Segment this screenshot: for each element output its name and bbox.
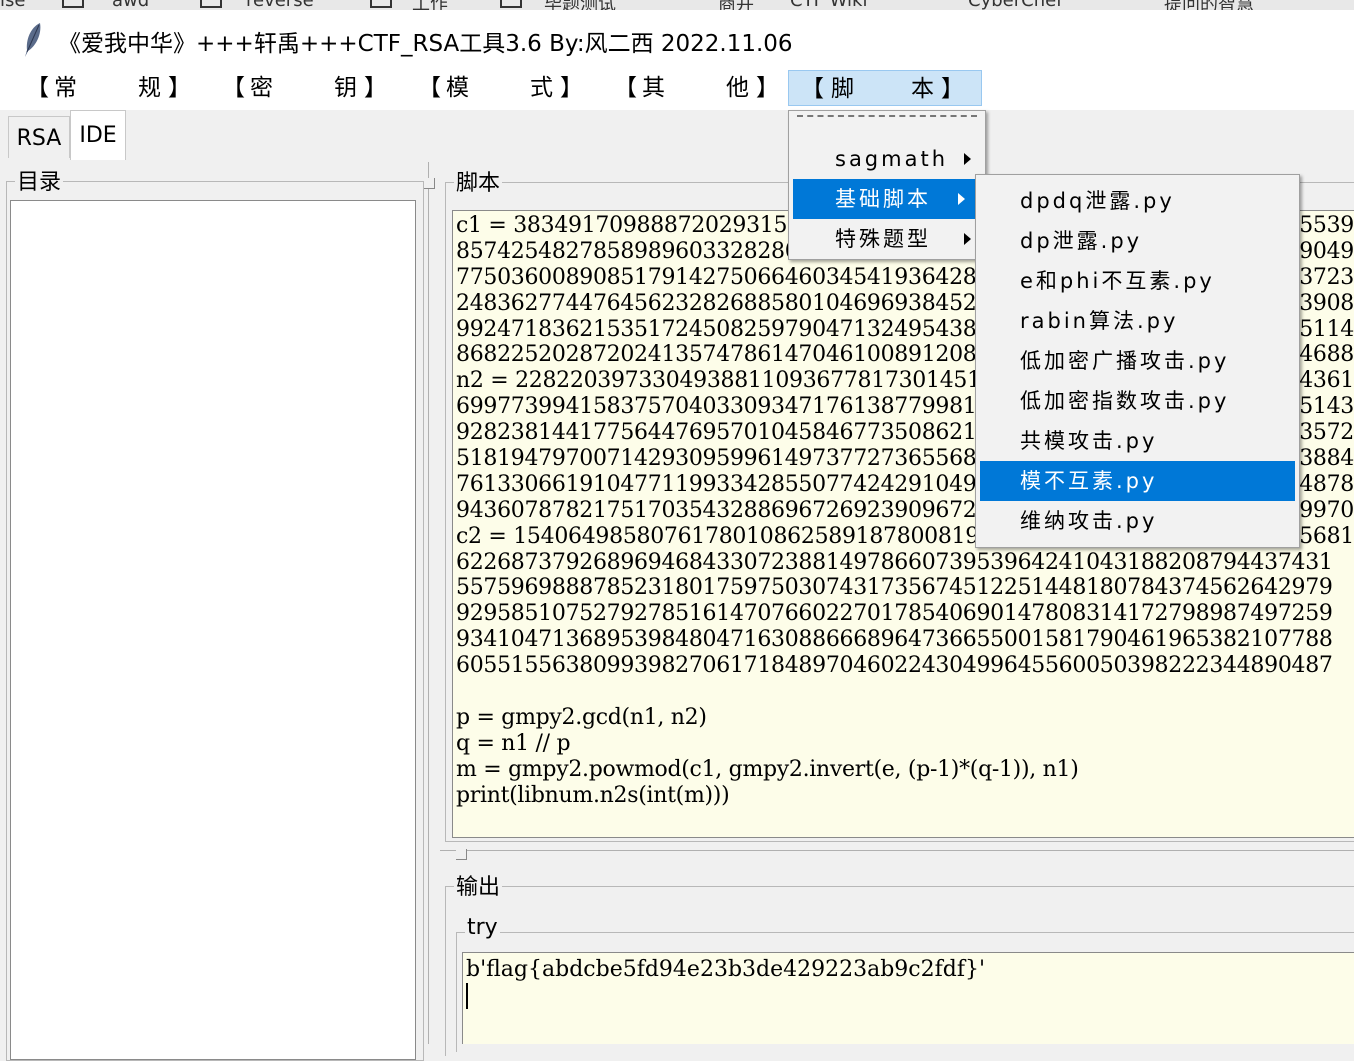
script-line-tail: 3723 bbox=[1299, 264, 1354, 290]
directory-label: 目录 bbox=[15, 164, 64, 196]
script-line bbox=[456, 679, 1354, 705]
submenu-arrow-icon bbox=[964, 233, 971, 245]
menu-item-basic-scripts[interactable]: 基础脚本 bbox=[793, 179, 975, 219]
menubar: 【常规】 【密钥】 【模式】 【其他】 【脚本】 bbox=[0, 68, 1354, 110]
output-text-area[interactable]: b'flag{abdcbe5fd94e23b3de429223ab9c2fdf}… bbox=[462, 952, 1354, 1044]
submenu-item-low-exponent-attack[interactable]: 低加密指数攻击.py bbox=[980, 381, 1295, 421]
try-label: try bbox=[465, 915, 500, 940]
menu-script-c1: 脚 bbox=[831, 76, 854, 102]
output-label: 输出 bbox=[454, 869, 503, 901]
bookmark-test[interactable]: 毕题测试 bbox=[544, 0, 616, 10]
menu-other[interactable]: 【其他】 bbox=[606, 70, 802, 106]
directory-list[interactable] bbox=[10, 200, 416, 1060]
script-line: q = n1 // p bbox=[456, 730, 571, 756]
submenu-item-common-modulus[interactable]: 共模攻击.py bbox=[980, 421, 1295, 461]
tab-rsa[interactable]: RSA bbox=[8, 116, 70, 158]
basic-scripts-submenu: dpdq泄露.py dp泄露.py e和phi不互素.py rabin算法.py… bbox=[975, 174, 1300, 548]
output-flag-text: b'flag{abdcbe5fd94e23b3de429223ab9c2fdf}… bbox=[466, 957, 986, 982]
script-line: 6226873792689694684330723881497866073953… bbox=[456, 549, 1333, 575]
script-line: 9295851075279278516147076602270178540690… bbox=[456, 601, 1333, 627]
bookmark-shop[interactable]: 商并 bbox=[718, 0, 754, 10]
submenu-item-wiener-attack[interactable]: 维纳攻击.py bbox=[980, 501, 1295, 541]
tab-ide[interactable]: IDE bbox=[70, 110, 126, 160]
script-line-tail: 5539 bbox=[1299, 213, 1354, 238]
script-line-tail: 3908 bbox=[1299, 290, 1354, 316]
script-line-tail: 5681 bbox=[1299, 523, 1354, 549]
submenu-item-rabin[interactable]: rabin算法.py bbox=[980, 301, 1295, 341]
menu-general-c2: 规 bbox=[138, 75, 161, 101]
sash-handle-h[interactable] bbox=[456, 849, 467, 860]
menu-script[interactable]: 【脚本】 bbox=[788, 70, 982, 106]
script-line-tails: 5539 9049 3723 3908 5114 4688 4361 5143 3572 3884… bbox=[1299, 213, 1354, 550]
script-dropdown-menu: sagmath 基础脚本 特殊题型 bbox=[788, 110, 986, 260]
folder-icon bbox=[62, 0, 84, 8]
script-line: 5575969888785231801759750307431735674512… bbox=[456, 575, 1333, 601]
menu-item-sagmath[interactable]: sagmath bbox=[793, 139, 981, 179]
script-label: 脚本 bbox=[454, 165, 503, 197]
submenu-arrow-icon bbox=[958, 193, 965, 205]
folder-icon bbox=[370, 0, 392, 8]
vertical-sash[interactable] bbox=[424, 162, 440, 1044]
window-title: 《爱我中华》+++轩禹+++CTF_RSA工具3.6 By:风二西 2022.1… bbox=[58, 31, 793, 57]
bookmark-work[interactable]: 工作 bbox=[412, 0, 448, 10]
menu-key-c2: 钥 bbox=[334, 75, 357, 101]
submenu-item-broadcast-attack[interactable]: 低加密广播攻击.py bbox=[980, 341, 1295, 381]
bookmark-smart-question[interactable]: 提问的智慧 bbox=[1164, 0, 1254, 10]
script-line-tail: 4688 bbox=[1299, 342, 1354, 368]
submenu-arrow-icon bbox=[964, 153, 971, 165]
menu-mode-c2: 式 bbox=[530, 75, 553, 101]
menu-item-special-problems[interactable]: 特殊题型 bbox=[793, 219, 981, 259]
script-line-tail: 5114 bbox=[1299, 316, 1354, 342]
menu-script-c2: 本 bbox=[911, 76, 934, 102]
menu-tearoff[interactable] bbox=[797, 115, 977, 119]
menu-key-c1: 密 bbox=[250, 75, 273, 101]
menu-general[interactable]: 【常规】 bbox=[18, 70, 214, 106]
text-cursor bbox=[466, 983, 468, 1009]
window-titlebar: 《爱我中华》+++轩禹+++CTF_RSA工具3.6 By:风二西 2022.1… bbox=[0, 10, 1354, 68]
submenu-item-modulus-not-coprime[interactable]: 模不互素.py bbox=[980, 461, 1295, 501]
script-line: print(libnum.n2s(int(m))) bbox=[456, 782, 730, 808]
folder-icon bbox=[200, 0, 222, 8]
horizontal-sash[interactable] bbox=[440, 849, 1354, 860]
bookmark-reverse[interactable]: reverse bbox=[246, 0, 314, 10]
script-line: m = gmpy2.powmod(c1, gmpy2.invert(e, (p-… bbox=[456, 756, 1079, 782]
notebook-tabs: RSA IDE bbox=[0, 110, 1354, 160]
bookmark-ctfwiki[interactable]: CTF Wiki bbox=[790, 0, 867, 10]
bookmark-ise[interactable]: ise bbox=[0, 0, 25, 10]
folder-icon bbox=[500, 0, 522, 8]
script-line: 6055155638099398270617184897046022430499… bbox=[456, 653, 1333, 679]
menu-general-c1: 常 bbox=[54, 75, 77, 101]
script-line-tail: 9049 bbox=[1299, 238, 1354, 264]
submenu-item-dpdq-leak[interactable]: dpdq泄露.py bbox=[980, 181, 1295, 221]
script-line: 9341047136895398480471630886668964736655… bbox=[456, 627, 1333, 653]
sash-handle[interactable] bbox=[424, 178, 435, 189]
menu-key[interactable]: 【密钥】 bbox=[214, 70, 410, 106]
script-line-tail: 9970 bbox=[1299, 497, 1354, 523]
script-line-tail: 3884 bbox=[1299, 446, 1354, 472]
script-line-tail: 4361 bbox=[1299, 368, 1354, 394]
script-line: p = gmpy2.gcd(n1, n2) bbox=[456, 704, 707, 730]
script-line-tail: 4878 bbox=[1299, 471, 1354, 497]
submenu-item-dp-leak[interactable]: dp泄露.py bbox=[980, 221, 1295, 261]
menu-mode-c1: 模 bbox=[446, 75, 469, 101]
bookmark-awd[interactable]: awd bbox=[112, 0, 149, 10]
feather-icon bbox=[25, 23, 41, 57]
bookmark-cyberchef[interactable]: CyberChef bbox=[968, 0, 1063, 10]
menu-other-c2: 他 bbox=[726, 75, 749, 101]
submenu-item-e-phi-not-coprime[interactable]: e和phi不互素.py bbox=[980, 261, 1295, 301]
script-line-tail: 3572 bbox=[1299, 420, 1354, 446]
script-line-tail: 5143 bbox=[1299, 394, 1354, 420]
menu-mode[interactable]: 【模式】 bbox=[410, 70, 606, 106]
menu-other-c1: 其 bbox=[642, 75, 665, 101]
browser-bookmark-strip: ise awd reverse 工作 毕题测试 商并 CTF Wiki Cybe… bbox=[0, 0, 1354, 10]
